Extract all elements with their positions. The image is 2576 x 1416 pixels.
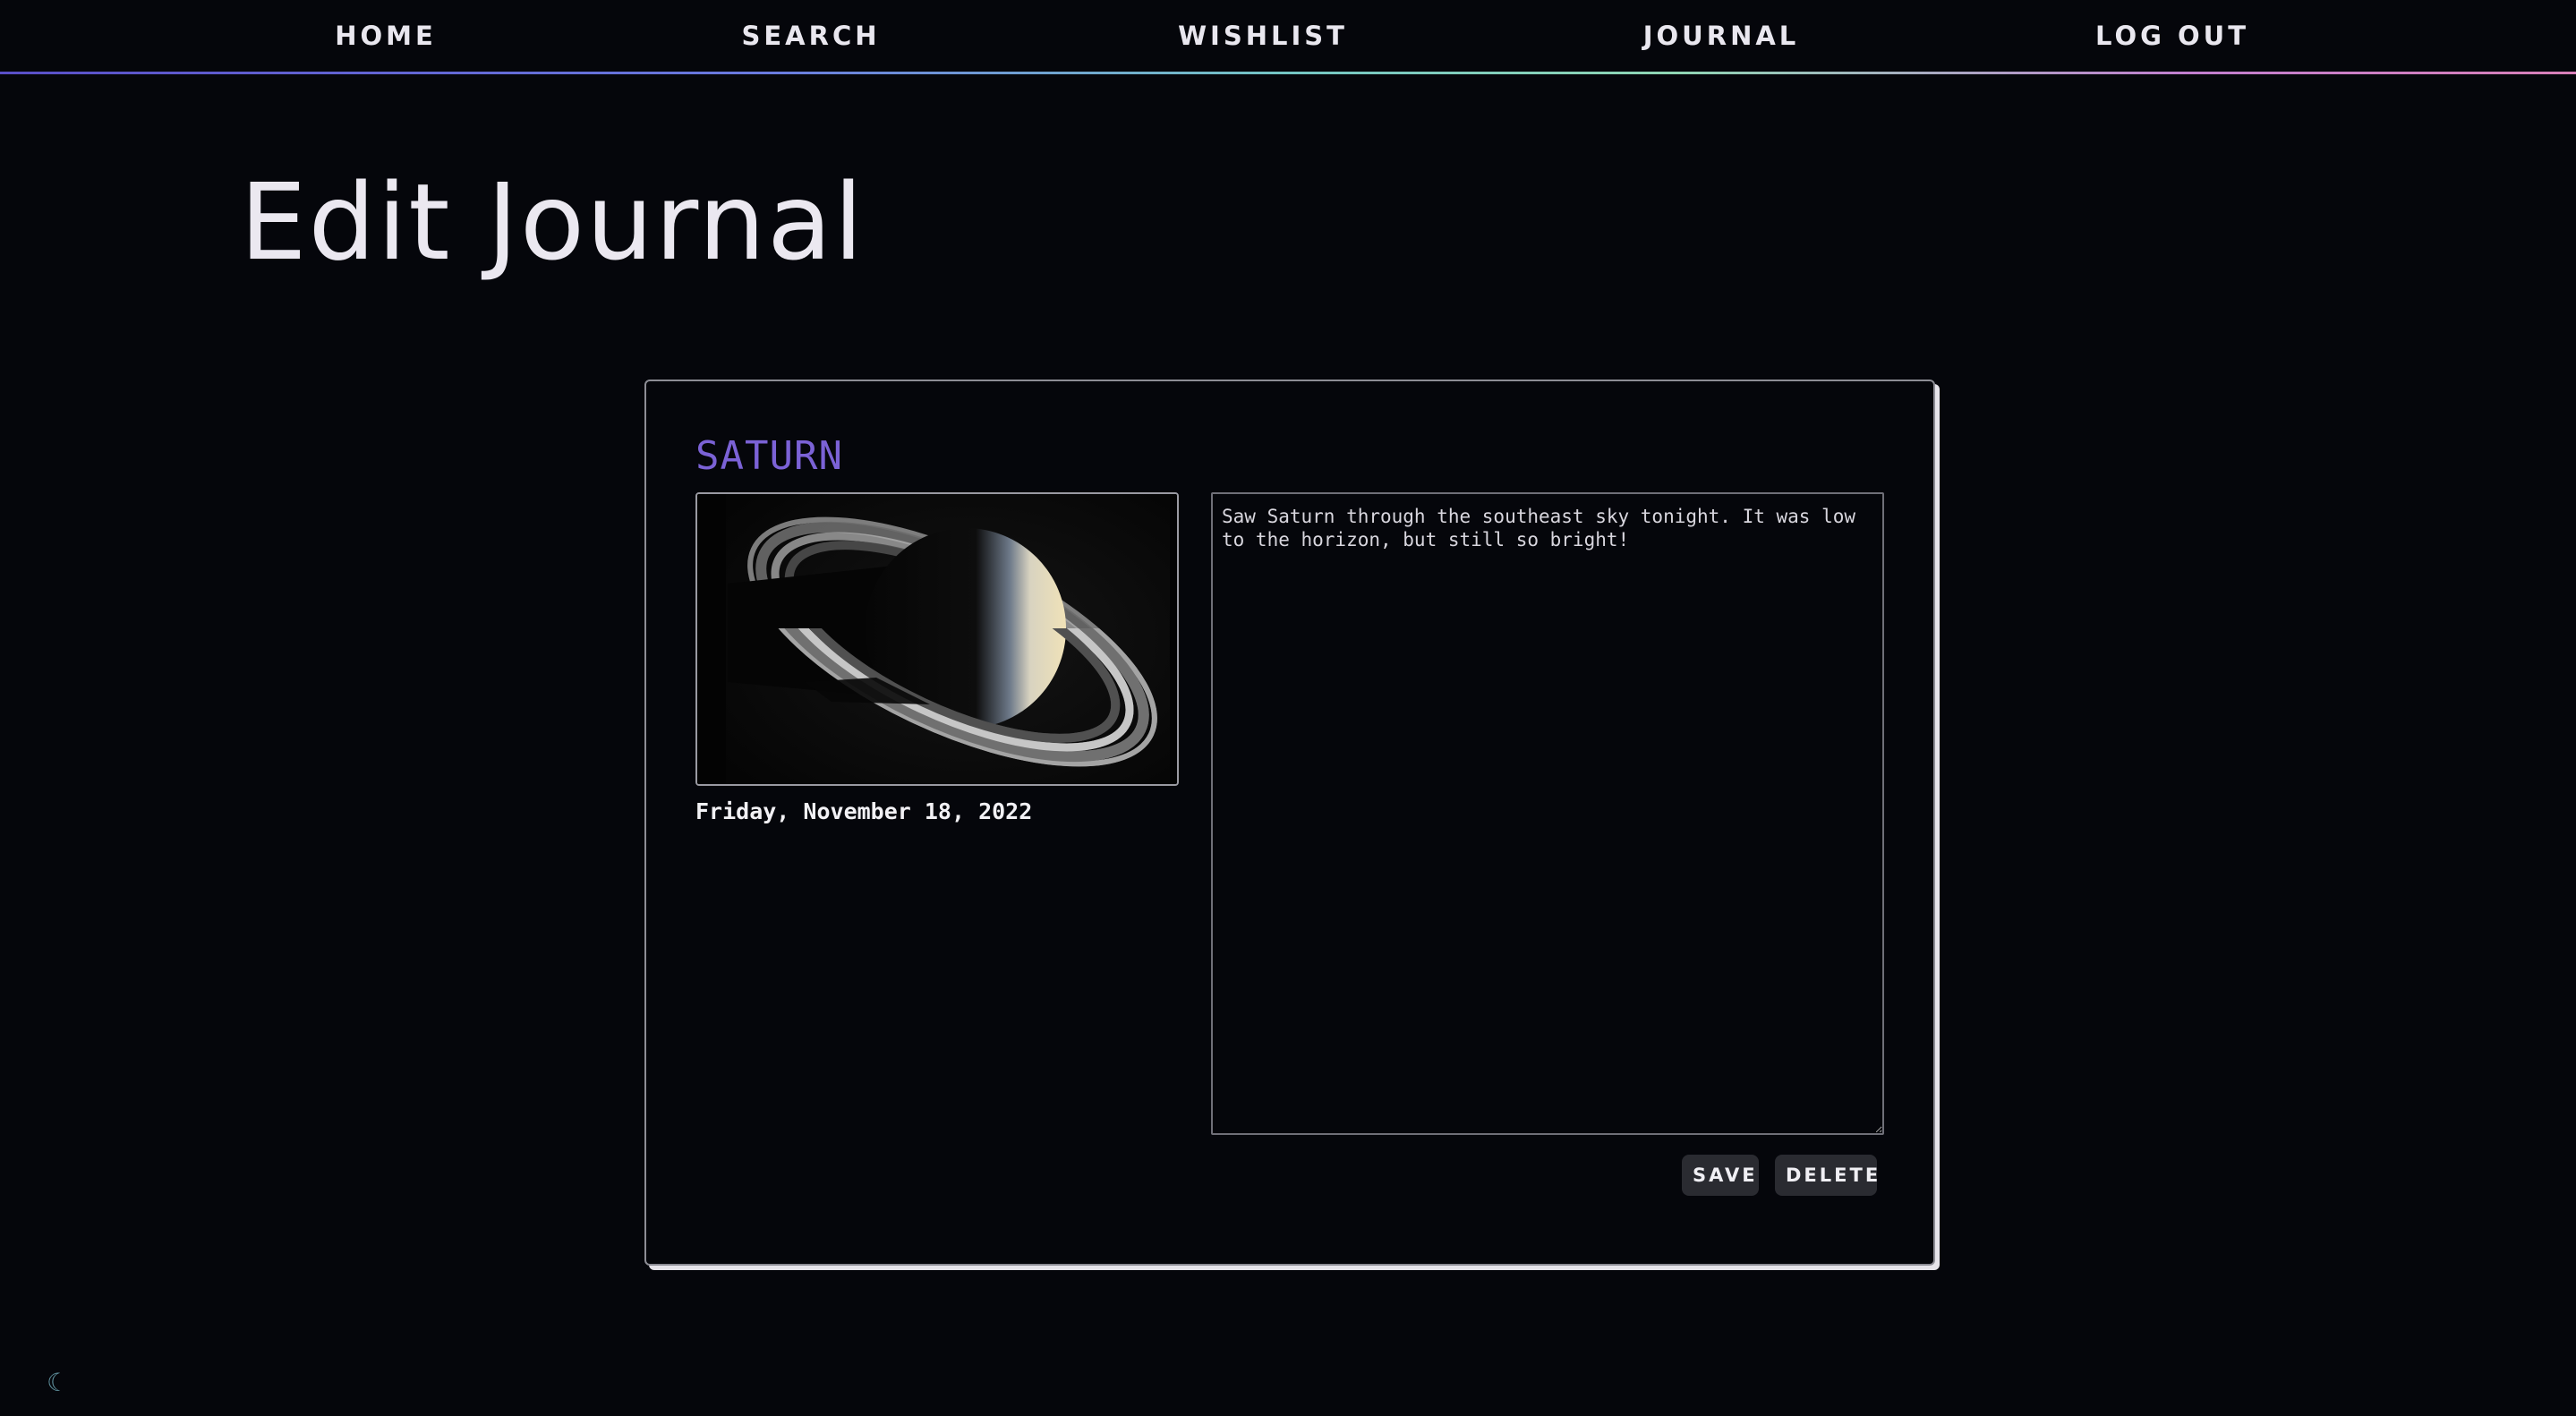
nav-journal-link[interactable]: JOURNAL <box>1643 0 1800 72</box>
entry-date: Friday, November 18, 2022 <box>695 798 1033 824</box>
nav-gradient-divider <box>0 72 2576 74</box>
nav-home-link[interactable]: HOME <box>335 0 437 72</box>
nav-search-link[interactable]: SEARCH <box>741 0 880 72</box>
delete-button[interactable]: DELETE <box>1775 1155 1878 1196</box>
journal-notes-textarea[interactable]: Saw Saturn through the southeast sky ton… <box>1211 492 1884 1135</box>
nav-logout-link[interactable]: LOG OUT <box>2095 0 2249 72</box>
page-title: Edit Journal <box>240 160 866 284</box>
entry-object-name: SATURN <box>695 433 843 479</box>
saturn-picture <box>697 494 1177 784</box>
journal-entry-card: SATURN Friday, November 18, 2022 Saw Sat… <box>644 380 1935 1266</box>
moon-icon[interactable]: ☾ <box>47 1369 69 1396</box>
main-nav: HOME SEARCH WISHLIST JOURNAL LOG OUT <box>0 0 2576 74</box>
save-button[interactable]: SAVE <box>1682 1155 1759 1196</box>
saturn-image <box>695 492 1179 786</box>
nav-wishlist-link[interactable]: WISHLIST <box>1178 0 1348 72</box>
